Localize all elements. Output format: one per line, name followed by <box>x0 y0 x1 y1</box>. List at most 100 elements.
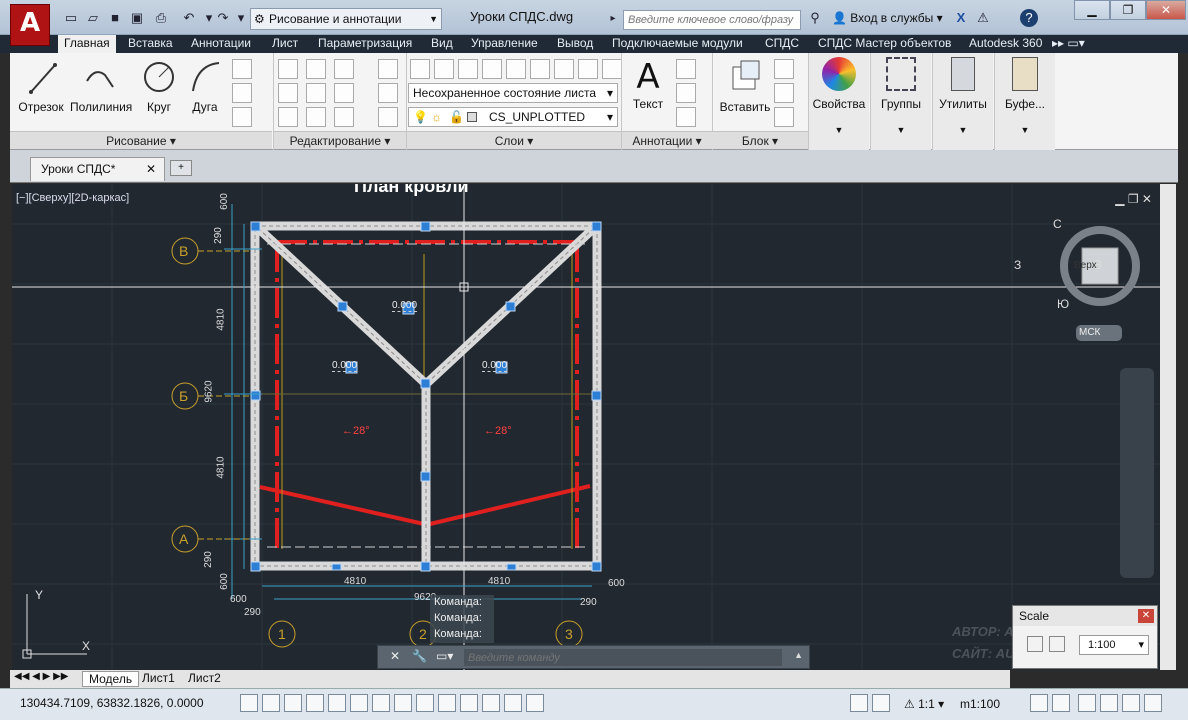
tab-plugins[interactable]: Подключаемые модули <box>606 35 749 53</box>
copy-icon[interactable] <box>278 83 298 103</box>
dyn-icon[interactable] <box>438 694 456 712</box>
wrench-icon[interactable]: 🔧 <box>412 649 427 663</box>
compass-s[interactable]: Ю <box>1057 297 1069 311</box>
scale-tool-icon[interactable] <box>1027 636 1043 652</box>
groups-panel[interactable]: Группы ▼ <box>871 53 931 150</box>
annotations-panel-title[interactable]: Аннотации ▾ <box>622 131 712 149</box>
redo-icon[interactable]: ↷ <box>214 9 232 27</box>
modify-panel-title[interactable]: Редактирование ▾ <box>274 131 406 149</box>
scale-icon[interactable] <box>306 107 326 127</box>
ellipse-icon[interactable] <box>232 83 252 103</box>
trim-icon[interactable] <box>334 59 354 79</box>
login-button[interactable]: 👤 Вход в службы ▾ <box>832 11 943 25</box>
quick-properties-icon[interactable] <box>504 694 522 712</box>
redo-dropdown-icon[interactable]: ▾ <box>232 9 250 27</box>
compass-w[interactable]: З <box>1014 258 1021 272</box>
layers-panel-title[interactable]: Слои ▾ <box>407 131 621 149</box>
tab-parametric[interactable]: Параметризация <box>312 35 418 53</box>
connect-icon[interactable]: ⚠ <box>974 9 992 27</box>
title-dropdown-icon[interactable]: ▸ <box>604 10 622 28</box>
chevron-up-icon[interactable]: ▲ <box>794 650 803 660</box>
tab-annotations[interactable]: Аннотации <box>185 35 257 53</box>
tab-home[interactable]: Главная <box>58 35 116 53</box>
scale-tool-icon[interactable] <box>1049 636 1065 652</box>
help-icon[interactable]: ? <box>1020 9 1038 27</box>
command-prompt-icon[interactable]: ▭▾ <box>436 649 453 663</box>
tab-spds-master[interactable]: СПДС Мастер объектов <box>812 35 957 53</box>
save-icon[interactable]: ■ <box>106 9 124 27</box>
otrack-icon[interactable] <box>394 694 412 712</box>
osnap-icon[interactable] <box>350 694 368 712</box>
draw-panel-title[interactable]: Рисование ▾ <box>10 131 272 149</box>
coordinates-readout[interactable]: 130434.7109, 63832.1826, 0.0000 <box>20 696 204 710</box>
layer-icon[interactable] <box>506 59 526 79</box>
search-input[interactable]: Введите ключевое слово/фразу <box>623 10 801 30</box>
block-panel-title[interactable]: Блок ▾ <box>712 131 808 149</box>
line-tool-button[interactable]: Отрезок <box>12 57 70 114</box>
tab-insert[interactable]: Вставка <box>122 35 179 53</box>
tab-layout2[interactable]: Лист2 <box>182 671 227 687</box>
exchange-icon[interactable]: X <box>952 9 970 27</box>
undo-icon[interactable]: ↶ <box>180 9 198 27</box>
tab-spds[interactable]: СПДС <box>759 35 805 53</box>
grid-icon[interactable] <box>284 694 302 712</box>
ucs-menu[interactable]: МСК <box>1079 327 1100 338</box>
3d-osnap-icon[interactable] <box>372 694 390 712</box>
model-space-icon[interactable] <box>850 694 868 712</box>
mirror-icon[interactable] <box>306 83 326 103</box>
annotation-scale[interactable]: ⚠ 1:1 ▾ <box>904 697 944 711</box>
layout-nav-icon[interactable]: ◀◀ ◀ ▶ ▶▶ <box>14 671 68 682</box>
move-icon[interactable] <box>278 59 298 79</box>
document-tab[interactable]: Уроки СПДС* ✕ <box>30 157 165 181</box>
close-button[interactable]: ✕ <box>1146 0 1186 20</box>
table-icon[interactable] <box>676 107 696 127</box>
hatch-icon[interactable] <box>232 107 252 127</box>
tab-output[interactable]: Вывод <box>551 35 599 53</box>
compass-n[interactable]: С <box>1053 217 1062 231</box>
ducs-icon[interactable] <box>416 694 434 712</box>
transparency-icon[interactable] <box>482 694 500 712</box>
edit-block-icon[interactable] <box>774 83 794 103</box>
create-block-icon[interactable] <box>774 59 794 79</box>
close-icon[interactable]: ✕ <box>146 158 156 180</box>
clean-screen-icon[interactable] <box>1144 694 1162 712</box>
new-tab-icon[interactable]: + <box>170 160 192 176</box>
drawing-canvas[interactable]: План кровли [−][Сверху][2D-каркас] ▁ ❐ ✕… <box>12 184 1162 670</box>
view-cube-top[interactable]: Верх <box>1074 260 1097 271</box>
layer-icon[interactable] <box>434 59 454 79</box>
lineweight-icon[interactable] <box>460 694 478 712</box>
lightbulb-icon[interactable] <box>1100 694 1118 712</box>
open-icon[interactable]: ▱ <box>84 9 102 27</box>
fillet-icon[interactable] <box>334 83 354 103</box>
offset-icon[interactable] <box>378 107 398 127</box>
selection-cycling-icon[interactable] <box>526 694 544 712</box>
stretch-icon[interactable] <box>278 107 298 127</box>
vertical-scrollbar[interactable] <box>1160 184 1176 670</box>
clipboard-panel[interactable]: Буфе... ▼ <box>995 53 1055 150</box>
tab-model[interactable]: Модель <box>82 671 140 687</box>
layer-icon[interactable] <box>530 59 550 79</box>
tab-autodesk-360[interactable]: Autodesk 360 <box>963 35 1048 53</box>
array-icon[interactable] <box>334 107 354 127</box>
leader-icon[interactable] <box>676 83 696 103</box>
lock-icon[interactable] <box>1030 694 1048 712</box>
dimension-icon[interactable] <box>676 59 696 79</box>
layer-properties-icon[interactable] <box>410 59 430 79</box>
quick-view-icon[interactable] <box>872 694 890 712</box>
rectangle-icon[interactable] <box>232 59 252 79</box>
new-icon[interactable]: ▭ <box>62 9 80 27</box>
text-tool-button[interactable]: A Текст <box>622 57 674 111</box>
layer-icon[interactable] <box>554 59 574 79</box>
tab-more-icon[interactable]: ▸▸ ▭▾ <box>1046 35 1091 53</box>
arc-tool-button[interactable]: Дуга <box>176 57 234 114</box>
infer-constraints-icon[interactable] <box>240 694 258 712</box>
command-input[interactable] <box>464 649 782 666</box>
workspace-select[interactable]: ⚙ Рисование и аннотации ▼ <box>250 8 442 30</box>
anno-scale-readout[interactable]: m1:100 <box>960 697 1000 711</box>
scale-select[interactable]: 1:100 ▾ <box>1079 635 1149 655</box>
viewport-controls[interactable]: [−][Сверху][2D-каркас] <box>16 192 129 204</box>
settings-icon[interactable] <box>1122 694 1140 712</box>
polar-icon[interactable] <box>328 694 346 712</box>
snap-icon[interactable] <box>262 694 280 712</box>
close-icon[interactable]: ✕ <box>1138 609 1154 623</box>
